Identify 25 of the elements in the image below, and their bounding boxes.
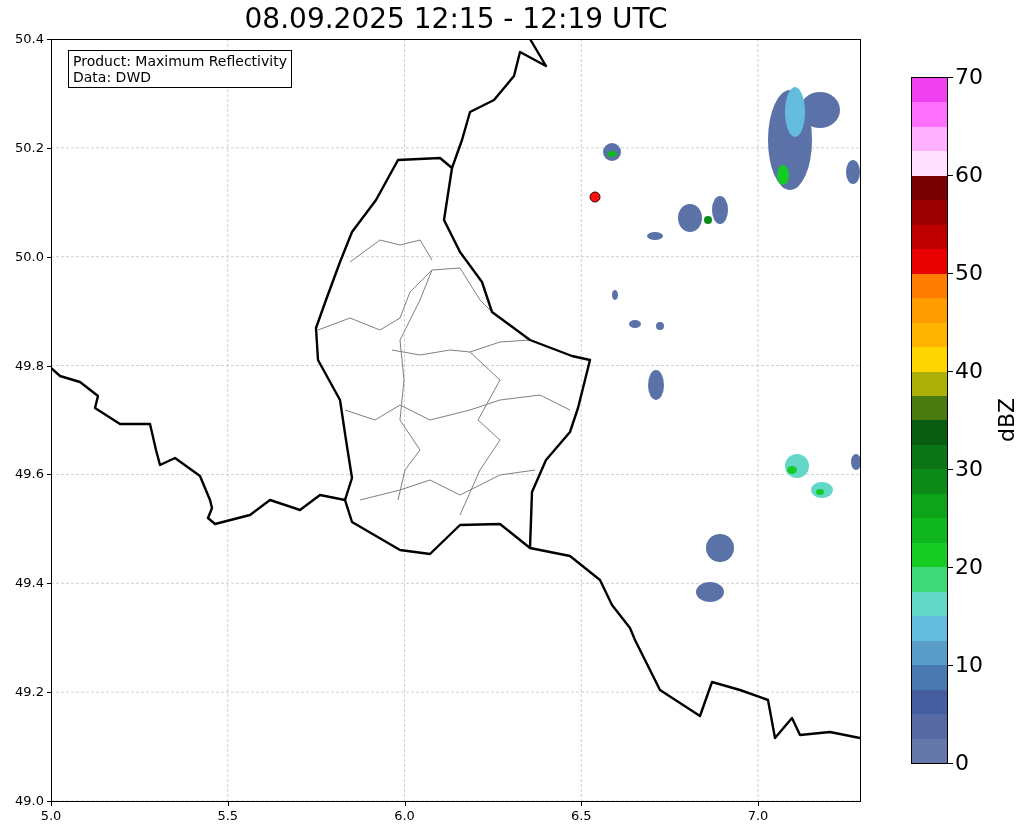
colorbar-tick-label: 20 — [955, 554, 983, 580]
colorbar-tick-label: 60 — [955, 162, 983, 188]
colorbar-tick-label: 0 — [955, 750, 969, 776]
y-tick-label: 49.6 — [14, 466, 44, 483]
x-tick-label: 5.0 — [39, 807, 63, 825]
y-tick-label: 50.4 — [14, 31, 44, 47]
x-tick-label: 5.5 — [216, 807, 240, 825]
y-tick-label: 50.2 — [14, 139, 44, 156]
colorbar-tick-label: 70 — [955, 64, 983, 90]
x-tick-label: 6.5 — [569, 807, 593, 825]
y-tick-label: 49.2 — [14, 684, 44, 701]
colorbar-tick-label: 30 — [955, 456, 983, 482]
info-text: Product: Maximum Reflectivity — [73, 53, 287, 69]
colorbar-tick-label: 50 — [955, 260, 983, 286]
colorbar-label: dBZ — [994, 397, 1021, 443]
y-tick-label: 49.0 — [14, 793, 44, 809]
x-tick-label: 7.0 — [746, 807, 770, 825]
y-tick-label: 50.0 — [14, 248, 44, 265]
x-tick-label: 6.0 — [393, 807, 416, 825]
info-text: Data: DWD — [73, 69, 152, 85]
y-tick-label: 49.8 — [14, 357, 44, 374]
y-tick-label: 49.4 — [14, 575, 44, 592]
chart-title: 08.09.2025 12:15 - 12:19 UTC — [244, 3, 668, 35]
colorbar-tick-label: 40 — [955, 358, 983, 384]
colorbar-tick-label: 10 — [955, 652, 983, 678]
